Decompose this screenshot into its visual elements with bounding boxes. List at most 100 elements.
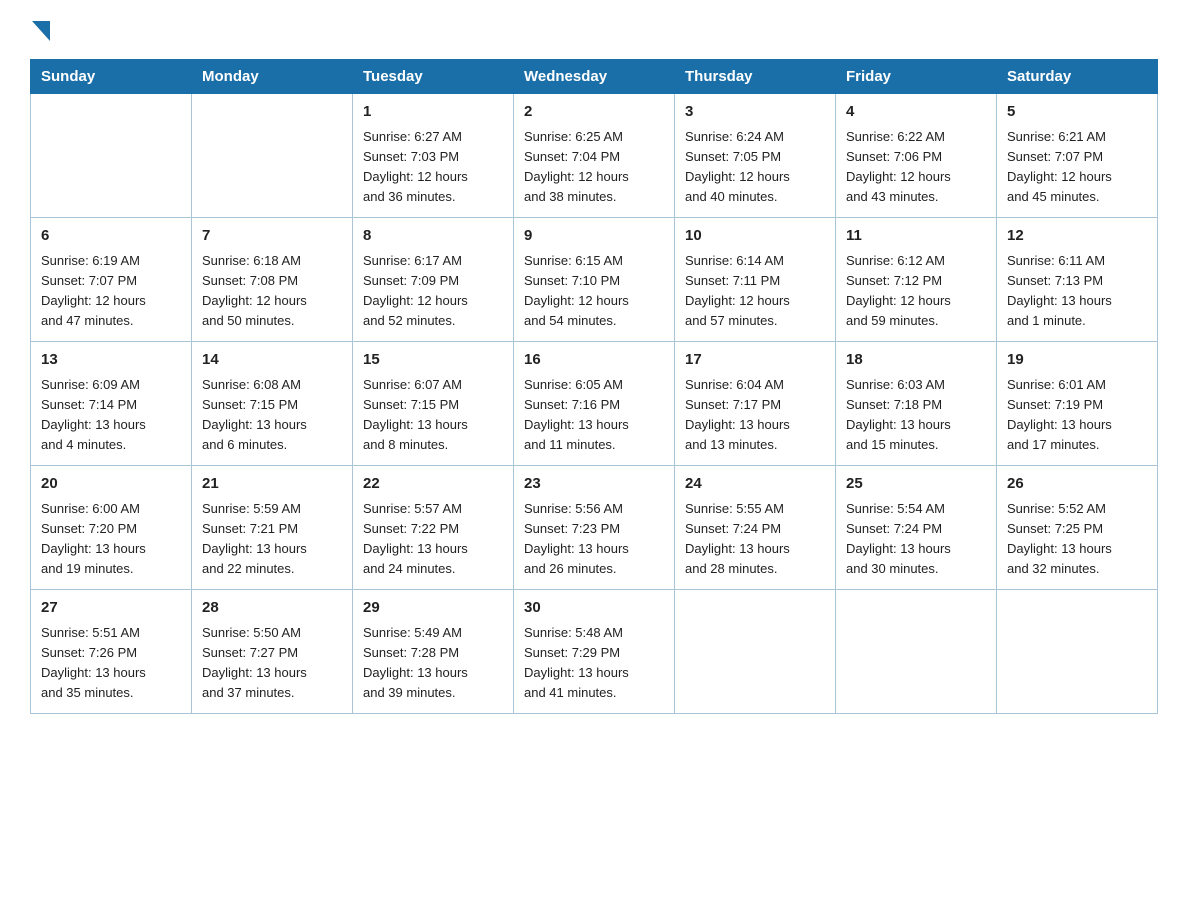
day-info: Sunrise: 6:08 AM Sunset: 7:15 PM Dayligh… — [202, 375, 342, 456]
day-number: 14 — [202, 349, 342, 372]
day-number: 8 — [363, 225, 503, 248]
day-number: 1 — [363, 101, 503, 124]
logo — [30, 20, 50, 41]
day-number: 25 — [846, 473, 986, 496]
day-number: 11 — [846, 225, 986, 248]
day-info: Sunrise: 5:56 AM Sunset: 7:23 PM Dayligh… — [524, 499, 664, 580]
calendar-cell: 28 Sunrise: 5:50 AM Sunset: 7:27 PM Dayli… — [192, 590, 353, 714]
day-info: Sunrise: 6:27 AM Sunset: 7:03 PM Dayligh… — [363, 127, 503, 208]
day-number: 24 — [685, 473, 825, 496]
calendar-cell: 7 Sunrise: 6:18 AM Sunset: 7:08 PM Daylig… — [192, 218, 353, 342]
calendar-cell: 5Sunrise: 6:21 AM Sunset: 7:07 PM Daylig… — [997, 94, 1158, 218]
calendar-table: SundayMondayTuesdayWednesdayThursdayFrid… — [30, 59, 1158, 714]
day-info: Sunrise: 6:01 AM Sunset: 7:19 PM Dayligh… — [1007, 375, 1147, 456]
calendar-cell: 6 Sunrise: 6:19 AM Sunset: 7:07 PM Daylig… — [31, 218, 192, 342]
day-number: 19 — [1007, 349, 1147, 372]
day-info: Sunrise: 6:18 AM Sunset: 7:08 PM Dayligh… — [202, 251, 342, 332]
day-number: 3 — [685, 101, 825, 124]
page-header — [30, 20, 1158, 41]
calendar-cell — [192, 94, 353, 218]
calendar-cell: 9 Sunrise: 6:15 AM Sunset: 7:10 PM Daylig… — [514, 218, 675, 342]
calendar-week-5: 27 Sunrise: 5:51 AM Sunset: 7:26 PM Dayli… — [31, 590, 1158, 714]
calendar-cell: 30Sunrise: 5:48 AM Sunset: 7:29 PM Dayli… — [514, 590, 675, 714]
day-number: 12 — [1007, 225, 1147, 248]
day-number: 21 — [202, 473, 342, 496]
day-info: Sunrise: 6:05 AM Sunset: 7:16 PM Dayligh… — [524, 375, 664, 456]
day-number: 28 — [202, 597, 342, 620]
weekday-header-sunday: Sunday — [31, 60, 192, 94]
calendar-cell: 27 Sunrise: 5:51 AM Sunset: 7:26 PM Dayli… — [31, 590, 192, 714]
calendar-cell — [997, 590, 1158, 714]
calendar-header-row: SundayMondayTuesdayWednesdayThursdayFrid… — [31, 60, 1158, 94]
calendar-cell: 19 Sunrise: 6:01 AM Sunset: 7:19 PM Dayli… — [997, 342, 1158, 466]
logo-arrow-icon — [32, 21, 50, 41]
day-info: Sunrise: 6:04 AM Sunset: 7:17 PM Dayligh… — [685, 375, 825, 456]
calendar-cell: 13Sunrise: 6:09 AM Sunset: 7:14 PM Dayli… — [31, 342, 192, 466]
calendar-cell: 21 Sunrise: 5:59 AM Sunset: 7:21 PM Dayli… — [192, 466, 353, 590]
day-info: Sunrise: 6:12 AM Sunset: 7:12 PM Dayligh… — [846, 251, 986, 332]
day-number: 27 — [41, 597, 181, 620]
day-number: 15 — [363, 349, 503, 372]
calendar-cell — [836, 590, 997, 714]
calendar-cell: 4 Sunrise: 6:22 AM Sunset: 7:06 PM Daylig… — [836, 94, 997, 218]
day-info: Sunrise: 6:25 AM Sunset: 7:04 PM Dayligh… — [524, 127, 664, 208]
calendar-cell — [675, 590, 836, 714]
weekday-header-saturday: Saturday — [997, 60, 1158, 94]
day-number: 7 — [202, 225, 342, 248]
day-info: Sunrise: 5:51 AM Sunset: 7:26 PM Dayligh… — [41, 623, 181, 704]
day-number: 17 — [685, 349, 825, 372]
calendar-cell: 1 Sunrise: 6:27 AM Sunset: 7:03 PM Daylig… — [353, 94, 514, 218]
day-info: Sunrise: 5:48 AM Sunset: 7:29 PM Dayligh… — [524, 623, 664, 704]
day-info: Sunrise: 6:15 AM Sunset: 7:10 PM Dayligh… — [524, 251, 664, 332]
day-number: 13 — [41, 349, 181, 372]
calendar-cell: 22Sunrise: 5:57 AM Sunset: 7:22 PM Dayli… — [353, 466, 514, 590]
day-number: 29 — [363, 597, 503, 620]
day-info: Sunrise: 6:00 AM Sunset: 7:20 PM Dayligh… — [41, 499, 181, 580]
calendar-cell: 12 Sunrise: 6:11 AM Sunset: 7:13 PM Dayli… — [997, 218, 1158, 342]
calendar-cell — [31, 94, 192, 218]
calendar-cell: 15 Sunrise: 6:07 AM Sunset: 7:15 PM Dayli… — [353, 342, 514, 466]
day-info: Sunrise: 6:19 AM Sunset: 7:07 PM Dayligh… — [41, 251, 181, 332]
day-number: 4 — [846, 101, 986, 124]
day-number: 10 — [685, 225, 825, 248]
calendar-cell: 14 Sunrise: 6:08 AM Sunset: 7:15 PM Dayli… — [192, 342, 353, 466]
day-info: Sunrise: 5:52 AM Sunset: 7:25 PM Dayligh… — [1007, 499, 1147, 580]
calendar-week-4: 20 Sunrise: 6:00 AM Sunset: 7:20 PM Dayli… — [31, 466, 1158, 590]
day-number: 16 — [524, 349, 664, 372]
day-info: Sunrise: 6:11 AM Sunset: 7:13 PM Dayligh… — [1007, 251, 1147, 332]
day-info: Sunrise: 6:03 AM Sunset: 7:18 PM Dayligh… — [846, 375, 986, 456]
day-info: Sunrise: 6:17 AM Sunset: 7:09 PM Dayligh… — [363, 251, 503, 332]
day-info: Sunrise: 6:07 AM Sunset: 7:15 PM Dayligh… — [363, 375, 503, 456]
day-info: Sunrise: 5:57 AM Sunset: 7:22 PM Dayligh… — [363, 499, 503, 580]
day-info: Sunrise: 5:50 AM Sunset: 7:27 PM Dayligh… — [202, 623, 342, 704]
day-number: 20 — [41, 473, 181, 496]
calendar-cell: 24Sunrise: 5:55 AM Sunset: 7:24 PM Dayli… — [675, 466, 836, 590]
day-number: 9 — [524, 225, 664, 248]
calendar-cell: 26 Sunrise: 5:52 AM Sunset: 7:25 PM Dayli… — [997, 466, 1158, 590]
day-number: 23 — [524, 473, 664, 496]
calendar-cell: 10 Sunrise: 6:14 AM Sunset: 7:11 PM Dayli… — [675, 218, 836, 342]
day-number: 6 — [41, 225, 181, 248]
day-info: Sunrise: 6:22 AM Sunset: 7:06 PM Dayligh… — [846, 127, 986, 208]
day-info: Sunrise: 5:54 AM Sunset: 7:24 PM Dayligh… — [846, 499, 986, 580]
day-info: Sunrise: 6:21 AM Sunset: 7:07 PM Dayligh… — [1007, 127, 1147, 208]
weekday-header-tuesday: Tuesday — [353, 60, 514, 94]
calendar-cell: 16 Sunrise: 6:05 AM Sunset: 7:16 PM Dayli… — [514, 342, 675, 466]
calendar-week-1: 1 Sunrise: 6:27 AM Sunset: 7:03 PM Daylig… — [31, 94, 1158, 218]
day-number: 26 — [1007, 473, 1147, 496]
day-info: Sunrise: 6:14 AM Sunset: 7:11 PM Dayligh… — [685, 251, 825, 332]
weekday-header-friday: Friday — [836, 60, 997, 94]
calendar-cell: 3 Sunrise: 6:24 AM Sunset: 7:05 PM Daylig… — [675, 94, 836, 218]
calendar-cell: 25 Sunrise: 5:54 AM Sunset: 7:24 PM Dayli… — [836, 466, 997, 590]
day-info: Sunrise: 5:59 AM Sunset: 7:21 PM Dayligh… — [202, 499, 342, 580]
day-info: Sunrise: 5:49 AM Sunset: 7:28 PM Dayligh… — [363, 623, 503, 704]
day-number: 2 — [524, 101, 664, 124]
calendar-week-2: 6 Sunrise: 6:19 AM Sunset: 7:07 PM Daylig… — [31, 218, 1158, 342]
calendar-cell: 17 Sunrise: 6:04 AM Sunset: 7:17 PM Dayli… — [675, 342, 836, 466]
calendar-cell: 29 Sunrise: 5:49 AM Sunset: 7:28 PM Dayli… — [353, 590, 514, 714]
calendar-cell: 2 Sunrise: 6:25 AM Sunset: 7:04 PM Daylig… — [514, 94, 675, 218]
weekday-header-thursday: Thursday — [675, 60, 836, 94]
calendar-cell: 23 Sunrise: 5:56 AM Sunset: 7:23 PM Dayli… — [514, 466, 675, 590]
calendar-cell: 18Sunrise: 6:03 AM Sunset: 7:18 PM Dayli… — [836, 342, 997, 466]
day-info: Sunrise: 6:24 AM Sunset: 7:05 PM Dayligh… — [685, 127, 825, 208]
